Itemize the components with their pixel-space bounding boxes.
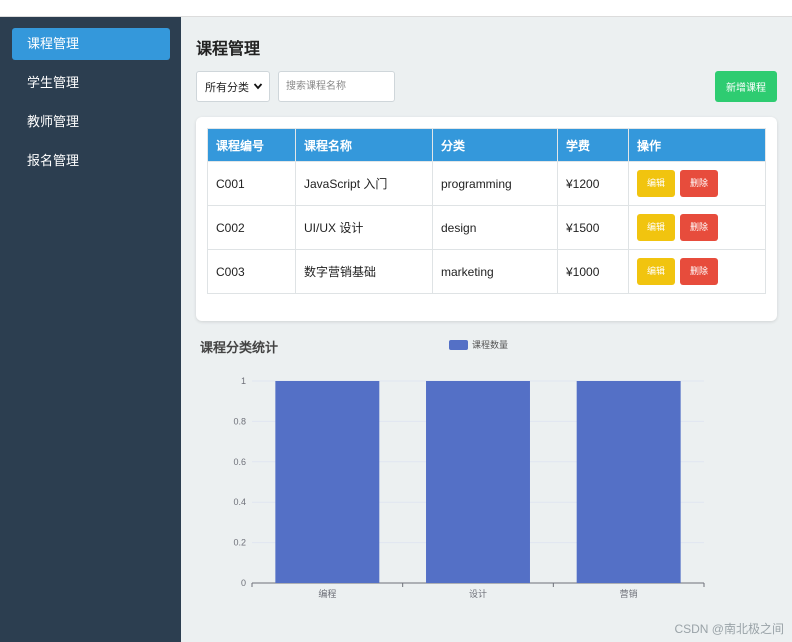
cell-category: programming — [432, 161, 558, 206]
delete-button[interactable]: 删除 — [680, 214, 718, 241]
category-bar-chart: 0 0.2 0.4 0.6 0.8 1 编程 设计 营销 — [233, 376, 705, 599]
course-table: 课程编号 课程名称 分类 学费 操作 C001 JavaScript 入门 pr… — [207, 128, 766, 294]
chart-legend[interactable]: 课程数量 — [449, 338, 508, 351]
cell-fee: ¥1000 — [557, 249, 629, 294]
x-tick-label: 设计 — [469, 588, 487, 599]
sidebar-item-enrollments[interactable]: 报名管理 — [12, 145, 170, 177]
column-header-name: 课程名称 — [295, 128, 433, 162]
legend-label: 课程数量 — [472, 340, 509, 350]
bar — [275, 381, 380, 583]
chevron-down-icon — [253, 83, 263, 90]
cell-course-id: C003 — [207, 249, 296, 294]
sidebar: 课程管理 学生管理 教师管理 报名管理 — [0, 17, 181, 642]
cell-course-name: 数字营销基础 — [295, 249, 433, 294]
column-header-actions: 操作 — [628, 128, 766, 162]
course-table-card: 课程编号 课程名称 分类 学费 操作 C001 JavaScript 入门 pr… — [196, 117, 777, 321]
category-filter-select[interactable]: 所有分类 — [196, 71, 270, 102]
edit-button[interactable]: 编辑 — [637, 258, 675, 285]
y-tick-label: 1 — [241, 376, 246, 386]
category-filter-value: 所有分类 — [205, 81, 249, 94]
x-tick-label: 营销 — [620, 588, 638, 599]
legend-swatch — [449, 339, 468, 350]
sidebar-item-students[interactable]: 学生管理 — [12, 67, 170, 99]
edit-button[interactable]: 编辑 — [637, 214, 675, 241]
search-input[interactable] — [278, 71, 395, 102]
table-header-row: 课程编号 课程名称 分类 学费 操作 — [207, 128, 766, 162]
sidebar-item-teachers[interactable]: 教师管理 — [12, 106, 170, 138]
cell-actions: 编辑 删除 — [628, 205, 766, 250]
cell-course-name: JavaScript 入门 — [295, 161, 433, 206]
watermark: CSDN @南北极之间 — [674, 622, 784, 636]
cell-fee: ¥1200 — [557, 161, 629, 206]
cell-category: design — [432, 205, 558, 250]
y-tick-label: 0.8 — [233, 416, 246, 426]
cell-course-id: C001 — [207, 161, 296, 206]
cell-actions: 编辑 删除 — [628, 161, 766, 206]
bar — [426, 381, 530, 583]
main-content: 课程管理 所有分类 新增课程 课程编号 课程名称 分类 学费 操作 C001 — [181, 17, 792, 642]
y-tick-label: 0.6 — [233, 457, 246, 467]
cell-course-id: C002 — [207, 205, 296, 250]
x-tick-label: 编程 — [318, 588, 336, 599]
cell-fee: ¥1500 — [557, 205, 629, 250]
chart-title: 课程分类统计 — [200, 340, 279, 355]
table-row: C001 JavaScript 入门 programming ¥1200 编辑删… — [207, 161, 766, 206]
y-tick-label: 0.2 — [233, 538, 246, 548]
sidebar-item-courses[interactable]: 课程管理 — [12, 28, 170, 60]
add-course-button[interactable]: 新增课程 — [715, 71, 777, 102]
page-title: 课程管理 — [196, 41, 261, 58]
y-tick-label: 0 — [241, 578, 246, 588]
table-row: C002 UI/UX 设计 design ¥1500 编辑 删除 — [207, 205, 766, 250]
bar — [576, 381, 681, 583]
column-header-id: 课程编号 — [207, 128, 296, 162]
column-header-category: 分类 — [432, 128, 558, 162]
delete-button[interactable]: 删除 — [680, 258, 718, 285]
edit-button[interactable]: 编辑 — [637, 170, 675, 197]
browser-top-strip — [0, 0, 792, 17]
cell-actions: 编辑 删除 — [628, 249, 766, 294]
cell-category: marketing — [432, 249, 558, 294]
table-row: C003 数字营销基础 marketing ¥1000 编辑 删除 — [207, 249, 766, 294]
column-header-fee: 学费 — [557, 128, 629, 162]
delete-button[interactable]: 删除 — [680, 170, 718, 197]
cell-course-name: UI/UX 设计 — [295, 205, 433, 250]
y-tick-label: 0.4 — [233, 497, 246, 507]
